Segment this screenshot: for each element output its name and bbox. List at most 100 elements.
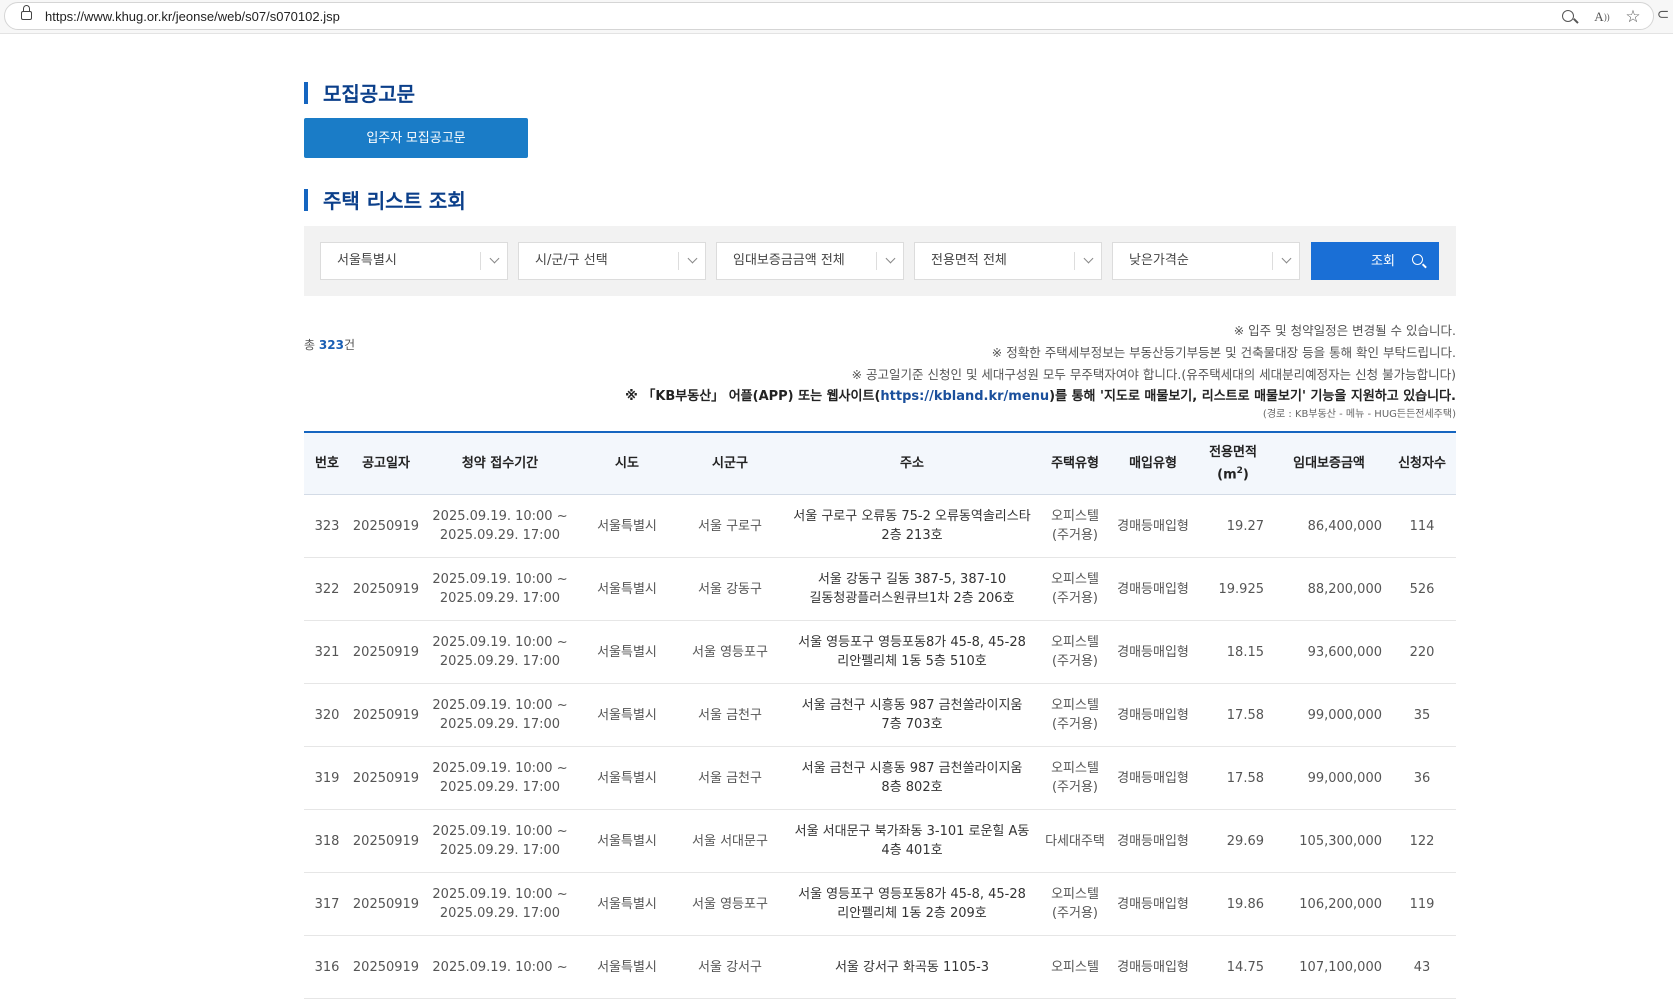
recruit-section-title: 모집공고문 xyxy=(304,81,415,107)
cell-applicants: 220 xyxy=(1409,644,1435,660)
col-no: 번호 xyxy=(315,456,339,471)
cell-address[interactable]: 서울 구로구 오류동 75-2 오류동역솔리스타 2층 213호 xyxy=(784,507,1040,545)
cell-sido: 서울특별시 xyxy=(597,707,657,723)
cell-period: 2025.09.19. 10:00 ~ xyxy=(432,959,568,975)
total-count: 총 323건 xyxy=(304,338,355,352)
lock-icon[interactable] xyxy=(21,5,32,20)
table-row[interactable]: 319 20250919 2025.09.19. 10:00 ~2025.09.29… xyxy=(304,747,1456,810)
cell-no: 319 xyxy=(314,770,340,786)
table-row[interactable]: 322 20250919 2025.09.19. 10:00 ~2025.09.29… xyxy=(304,558,1456,621)
cell-sido: 서울특별시 xyxy=(597,770,657,786)
browser-toolbar: https://www.khug.or.kr/jeonse/web/s07/s0… xyxy=(0,0,1673,34)
cell-sigungu: 서울 강서구 xyxy=(698,959,762,975)
chevron-down-icon xyxy=(1281,253,1292,264)
notice-list: ※ 입주 및 청약일정은 변경될 수 있습니다. ※ 정확한 주택세부정보는 부… xyxy=(456,320,1456,422)
cell-sigungu: 서울 금천구 xyxy=(698,707,762,723)
sigungu-select[interactable]: 시/군/구 선택 xyxy=(518,242,706,280)
cell-date: 20250919 xyxy=(352,833,420,849)
cell-type: 오피스텔 xyxy=(1051,959,1099,975)
cell-address[interactable]: 서울 영등포구 영등포동8가 45-8, 45-28 리안펠리체 1동 5층 51… xyxy=(784,633,1040,671)
table-row[interactable]: 320 20250919 2025.09.19. 10:00 ~2025.09.29… xyxy=(304,684,1456,747)
cell-no: 323 xyxy=(314,518,340,534)
cell-address[interactable]: 서울 강서구 화곡동 1105-3 xyxy=(784,958,1040,977)
cell-date: 20250919 xyxy=(352,959,420,975)
notice-line: ※ 입주 및 청약일정은 변경될 수 있습니다. xyxy=(1233,323,1456,338)
cell-no: 321 xyxy=(314,644,340,660)
cell-date: 20250919 xyxy=(352,518,420,534)
cell-address[interactable]: 서울 서대문구 북가좌동 3-101 로운힐 A동 4층 401호 xyxy=(784,822,1040,860)
read-aloud-icon[interactable]: A)) xyxy=(1593,8,1611,26)
notice-line: ※ 공고일기준 신청인 및 세대구성원 모두 무주택자여야 합니다.(유주택세대… xyxy=(851,367,1456,382)
cell-applicants: 526 xyxy=(1409,581,1435,597)
table-row[interactable]: 318 20250919 2025.09.19. 10:00 ~2025.09.29… xyxy=(304,810,1456,873)
table-row[interactable]: 316 20250919 2025.09.19. 10:00 ~ 서울특별시 서울 강서… xyxy=(304,936,1456,999)
cell-address[interactable]: 서울 영등포구 영등포동8가 45-8, 45-28 리안펠리체 1동 2층 20… xyxy=(784,885,1040,923)
house-list-table: 번호 공고일자 청약 접수기간 시도 시군구 주소 주택유형 매입유형 전용면적… xyxy=(304,431,1456,999)
chevron-down-icon xyxy=(687,253,698,264)
search-button[interactable]: 조회 xyxy=(1311,242,1439,280)
cell-area: 19.27 xyxy=(1226,518,1264,534)
cell-purchase: 경매등매입형 xyxy=(1117,833,1189,849)
table-body: 323 20250919 2025.09.19. 10:00 ~2025.09.29… xyxy=(304,495,1456,999)
star-icon[interactable]: ☆ xyxy=(1624,8,1642,26)
deposit-select[interactable]: 임대보증금금액 전체 xyxy=(716,242,904,280)
cell-address[interactable]: 서울 강동구 길동 387-5, 387-10 길동청광플러스원큐브1차 2층 2… xyxy=(784,570,1040,608)
cell-purchase: 경매등매입형 xyxy=(1117,518,1189,534)
cell-date: 20250919 xyxy=(352,581,420,597)
cell-sido: 서울특별시 xyxy=(597,833,657,849)
col-sigungu: 시군구 xyxy=(712,456,748,471)
cell-period: 2025.09.19. 10:00 ~2025.09.29. 17:00 xyxy=(432,698,568,732)
cell-period: 2025.09.19. 10:00 ~2025.09.29. 17:00 xyxy=(432,635,568,669)
cell-sido: 서울특별시 xyxy=(597,518,657,534)
cell-area: 17.58 xyxy=(1226,770,1264,786)
sort-select[interactable]: 낮은가격순 xyxy=(1112,242,1300,280)
col-sido: 시도 xyxy=(615,456,639,471)
cell-applicants: 114 xyxy=(1409,518,1435,534)
cell-purchase: 경매등매입형 xyxy=(1117,896,1189,912)
cell-applicants: 43 xyxy=(1413,959,1431,975)
cell-applicants: 36 xyxy=(1413,770,1431,786)
cell-period: 2025.09.19. 10:00 ~2025.09.29. 17:00 xyxy=(432,824,568,858)
cell-period: 2025.09.19. 10:00 ~2025.09.29. 17:00 xyxy=(432,509,568,543)
extensions-icon[interactable]: ⊂ xyxy=(1654,5,1672,23)
cell-type: 오피스텔 (주거용) xyxy=(1051,572,1099,606)
cell-sido: 서울특별시 xyxy=(597,644,657,660)
cell-sigungu: 서울 금천구 xyxy=(698,770,762,786)
cell-deposit: 86,400,000 xyxy=(1307,518,1382,534)
sido-select[interactable]: 서울특별시 xyxy=(320,242,508,280)
cell-address[interactable]: 서울 금천구 시흥동 987 금천쏠라이지움 8층 802호 xyxy=(784,759,1040,797)
search-filter-bar: 서울특별시 시/군/구 선택 임대보증금금액 전체 전용면적 전체 낮은가격순 … xyxy=(304,226,1456,296)
cell-date: 20250919 xyxy=(352,770,420,786)
chevron-down-icon xyxy=(885,253,896,264)
cell-type: 오피스텔 (주거용) xyxy=(1051,509,1099,543)
kb-path-note: (경로 : KB부동산 - 메뉴 - HUG든든전세주택) xyxy=(1262,409,1456,420)
cell-sigungu: 서울 구로구 xyxy=(698,518,762,534)
table-row[interactable]: 321 20250919 2025.09.19. 10:00 ~2025.09.29… xyxy=(304,621,1456,684)
col-date: 공고일자 xyxy=(362,456,410,471)
table-row[interactable]: 317 20250919 2025.09.19. 10:00 ~2025.09.29… xyxy=(304,873,1456,936)
address-bar[interactable]: https://www.khug.or.kr/jeonse/web/s07/s0… xyxy=(4,2,1654,30)
cell-applicants: 119 xyxy=(1409,896,1435,912)
cell-deposit: 99,000,000 xyxy=(1307,707,1382,723)
cell-deposit: 93,600,000 xyxy=(1307,644,1382,660)
search-button-label: 조회 xyxy=(1371,253,1395,268)
cell-type: 오피스텔 (주거용) xyxy=(1051,635,1099,669)
sido-select-value: 서울특별시 xyxy=(337,253,397,268)
cell-purchase: 경매등매입형 xyxy=(1117,770,1189,786)
cell-area: 19.86 xyxy=(1226,896,1264,912)
kbland-link[interactable]: https://kbland.kr/menu xyxy=(880,389,1049,404)
cell-address[interactable]: 서울 금천구 시흥동 987 금천쏠라이지움 7층 703호 xyxy=(784,696,1040,734)
table-row[interactable]: 323 20250919 2025.09.19. 10:00 ~2025.09.29… xyxy=(304,495,1456,558)
cell-applicants: 122 xyxy=(1409,833,1435,849)
cell-applicants: 35 xyxy=(1413,707,1431,723)
cell-purchase: 경매등매입형 xyxy=(1117,959,1189,975)
area-select[interactable]: 전용면적 전체 xyxy=(914,242,1102,280)
zoom-icon[interactable] xyxy=(1561,8,1579,26)
cell-sido: 서울특별시 xyxy=(597,896,657,912)
cell-purchase: 경매등매입형 xyxy=(1117,644,1189,660)
url-text[interactable]: https://www.khug.or.kr/jeonse/web/s07/s0… xyxy=(45,9,340,24)
cell-date: 20250919 xyxy=(352,644,420,660)
house-list-title: 주택 리스트 조회 xyxy=(304,188,466,214)
sort-select-value: 낮은가격순 xyxy=(1129,253,1189,268)
recruit-notice-button[interactable]: 입주자 모집공고문 xyxy=(304,118,528,158)
